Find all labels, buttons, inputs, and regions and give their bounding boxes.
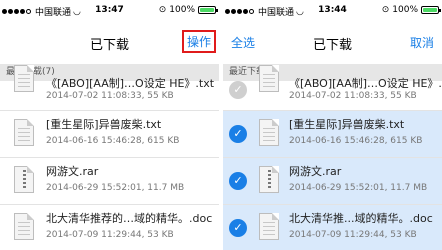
file-name: 《[ABO][AA制]…O设定 HE》.txt (289, 77, 442, 90)
file-meta: 2014-07-09 11:29:44, 53 KB (289, 230, 417, 240)
archive-icon (14, 166, 34, 193)
file-name: 北大清华推荐的…域的精华。.doc (46, 212, 213, 225)
file-meta: 2014-06-29 15:52:01, 11.7 MB (289, 183, 428, 193)
battery-label: 100% (169, 5, 195, 15)
battery-group: ⊙ 100% (158, 5, 218, 15)
file-name: 网游文.rar (289, 165, 342, 178)
list-item[interactable]: ✓ [重生星际]异兽废柴.txt 2014-06-16 15:46:28, 61… (223, 111, 442, 158)
file-name: [重生星际]异兽废柴.txt (289, 118, 405, 131)
checkmark-icon[interactable]: ✓ (229, 172, 247, 190)
battery-icon (198, 6, 218, 14)
battery-label: 100% (392, 5, 418, 15)
list-item[interactable]: [重生星际]异兽废柴.txt 2014-06-16 15:46:28, 615 … (0, 111, 219, 158)
right-screen: 中国联通 ◡ 13:44 ⊙ 100% 全选 已下载 取消 最近下载(7) ✓ … (223, 0, 442, 250)
status-bar: 中国联通 ◡ 13:44 ⊙ 100% (223, 0, 442, 20)
screenshot-comparison: 中国联通 ◡ 13:47 ⊙ 100% 已下载 操作 最近下载(7) 《[ABO… (0, 0, 442, 250)
document-icon (14, 65, 34, 92)
nav-bar: 已下载 操作 (0, 20, 219, 64)
list-item[interactable]: 北大清华推荐的…域的精华。.doc 2014-07-09 11:29:44, 5… (0, 205, 219, 250)
file-meta: 2014-06-16 15:46:28, 615 KB (46, 136, 180, 146)
checkmark-icon[interactable]: ✓ (229, 219, 247, 237)
status-bar: 中国联通 ◡ 13:47 ⊙ 100% (0, 0, 219, 20)
list-item[interactable]: ✓ 北大清华推...域的精华。.doc 2014-07-09 11:29:44,… (223, 205, 442, 250)
left-screen: 中国联通 ◡ 13:47 ⊙ 100% 已下载 操作 最近下载(7) 《[ABO… (0, 0, 219, 250)
checkmark-icon[interactable]: ✓ (229, 81, 247, 99)
battery-icon (421, 6, 441, 14)
file-meta: 2014-06-29 15:52:01, 11.7 MB (46, 183, 185, 193)
file-name: 北大清华推...域的精华。.doc (289, 212, 433, 225)
document-icon (259, 65, 279, 92)
list-item[interactable]: ✓ 《[ABO][AA制]…O设定 HE》.txt 2014-07-02 11:… (223, 65, 442, 111)
alarm-icon: ⊙ (158, 5, 167, 15)
list-item[interactable]: 网游文.rar 2014-06-29 15:52:01, 11.7 MB (0, 158, 219, 205)
archive-icon (259, 166, 279, 193)
list-item[interactable]: 《[ABO][AA制]…O设定 HE》.txt 2014-07-02 11:08… (0, 65, 219, 111)
file-meta: 2014-07-09 11:29:44, 53 KB (46, 230, 174, 240)
file-name: [重生星际]异兽废柴.txt (46, 118, 162, 131)
file-meta: 2014-07-02 11:08:33, 55 KB (289, 91, 417, 101)
file-name: 网游文.rar (46, 165, 99, 178)
cancel-button[interactable]: 取消 (410, 34, 434, 51)
document-icon (259, 119, 279, 146)
file-list: 《[ABO][AA制]…O设定 HE》.txt 2014-07-02 11:08… (0, 65, 219, 250)
file-name: 《[ABO][AA制]…O设定 HE》.txt (46, 77, 215, 90)
nav-bar: 全选 已下载 取消 (223, 20, 442, 64)
checkmark-icon[interactable]: ✓ (229, 125, 247, 143)
battery-group: ⊙ 100% (381, 5, 441, 15)
document-icon (259, 213, 279, 240)
alarm-icon: ⊙ (381, 5, 390, 15)
file-meta: 2014-06-16 15:46:28, 615 KB (289, 136, 423, 146)
file-meta: 2014-07-02 11:08:33, 55 KB (46, 91, 174, 101)
list-item[interactable]: ✓ 网游文.rar 2014-06-29 15:52:01, 11.7 MB (223, 158, 442, 205)
actions-button[interactable]: 操作 (181, 30, 216, 53)
document-icon (14, 213, 34, 240)
file-list: ✓ 《[ABO][AA制]…O设定 HE》.txt 2014-07-02 11:… (223, 65, 442, 250)
document-icon (14, 119, 34, 146)
